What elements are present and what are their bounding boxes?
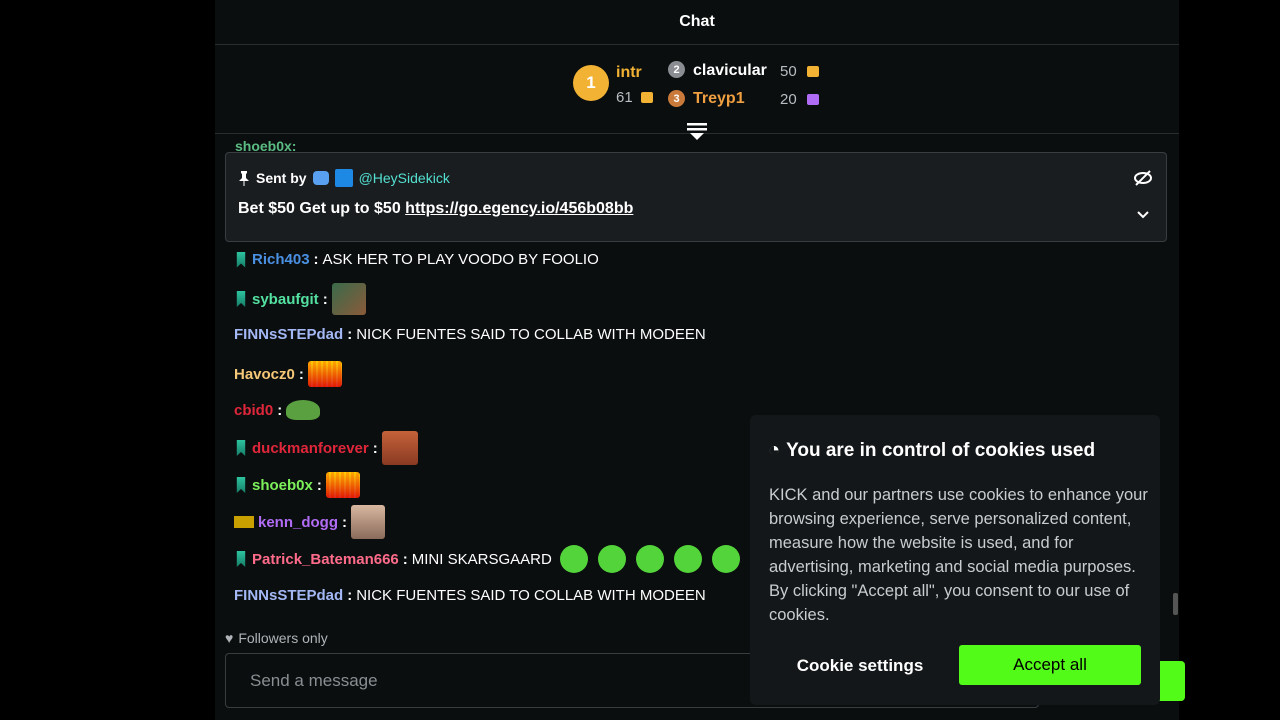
eye-off-icon[interactable] xyxy=(1134,170,1152,186)
chat-title: Chat xyxy=(215,0,1179,45)
subscriber-badge-icon xyxy=(236,551,246,567)
rank-3-medal: 3 xyxy=(668,90,685,107)
cookie-title: ◔ You are in control of cookies used xyxy=(768,439,1095,462)
cookie-dialog: ◔ You are in control of cookies used KIC… xyxy=(750,415,1160,705)
sent-by-label: Sent by xyxy=(256,170,307,186)
colon: : xyxy=(402,550,408,568)
chat-text: NICK FUENTES SAID TO COLLAB WITH MODEEN xyxy=(356,587,706,604)
chat-message: Havocz0: xyxy=(234,361,342,387)
pin-icon xyxy=(239,171,249,186)
chat-username[interactable]: FINNsSTEPdad xyxy=(234,326,343,343)
colon: : xyxy=(316,476,322,494)
chat-text: NICK FUENTES SAID TO COLLAB WITH MODEEN xyxy=(356,326,706,343)
face-emote-icon xyxy=(351,505,386,539)
chat-message: FINNsSTEPdad: NICK FUENTES SAID TO COLLA… xyxy=(234,587,706,604)
gift-icon xyxy=(807,94,819,105)
chat-message: shoeb0x: xyxy=(234,472,360,498)
chat-username[interactable]: sybaufgit xyxy=(252,291,319,308)
leaderboard-count: 20 xyxy=(780,91,797,108)
photo-emote-icon xyxy=(331,283,366,315)
cookie-body: KICK and our partners use cookies to enh… xyxy=(769,486,1148,624)
leaderboard-count: 61 xyxy=(616,89,633,106)
leaderboard-user[interactable]: Treyp1 xyxy=(693,90,745,108)
colon: : xyxy=(372,439,378,457)
green-emote-icon xyxy=(635,545,664,573)
chat-username[interactable]: Patrick_Bateman666 xyxy=(252,551,399,568)
colon: : xyxy=(313,251,319,268)
gift-icon xyxy=(641,92,653,103)
chat-message: cbid0: xyxy=(234,400,321,420)
chat-message: FINNsSTEPdad: NICK FUENTES SAID TO COLLA… xyxy=(234,326,706,343)
collapse-leaderboard-icon[interactable] xyxy=(685,120,709,142)
subscriber-badge-icon xyxy=(236,251,246,268)
frog-emote-icon xyxy=(286,400,321,420)
chat-message: Rich403: ASK HER TO PLAY VOODO BY FOOLIO xyxy=(234,251,599,268)
cookie-settings-button[interactable]: Cookie settings xyxy=(770,647,950,685)
green-emote-icon xyxy=(711,545,740,573)
colon: : xyxy=(342,513,348,531)
chat-message: duckmanforever: xyxy=(234,431,418,465)
colon: : xyxy=(347,587,353,604)
colon: : xyxy=(322,290,328,308)
robot-icon xyxy=(312,171,329,185)
gift-icon xyxy=(807,66,819,77)
pinned-author[interactable]: @HeySidekick xyxy=(359,170,450,186)
chevron-down-icon[interactable] xyxy=(1136,210,1150,220)
hammer-icon xyxy=(334,169,353,187)
subscriber-badge-icon xyxy=(236,477,246,493)
colon: : xyxy=(277,401,283,419)
colon: : xyxy=(298,365,304,383)
chat-message: Patrick_Bateman666: MINI SKARSGAARD xyxy=(234,545,740,573)
rank-1-medal: 1 xyxy=(573,65,609,101)
accept-all-button[interactable]: Accept all xyxy=(959,645,1141,685)
rank-2-medal: 2 xyxy=(668,61,685,78)
cookie-title-text: You are in control of cookies used xyxy=(786,439,1096,461)
chat-username[interactable]: Rich403 xyxy=(252,251,310,268)
chat-username[interactable]: duckmanforever xyxy=(252,440,369,457)
green-emote-icon xyxy=(559,545,588,573)
og-badge-icon xyxy=(234,516,254,528)
green-emote-icon xyxy=(597,545,626,573)
chat-text: ASK HER TO PLAY VOODO BY FOOLIO xyxy=(322,251,599,268)
chat-username[interactable]: Havocz0 xyxy=(234,366,295,383)
chat-message: sybaufgit: xyxy=(234,283,366,315)
green-emote-icon xyxy=(673,545,702,573)
heart-icon: ♥ xyxy=(225,630,234,646)
cookie-icon: ◔ xyxy=(768,439,781,461)
subscriber-badge-icon xyxy=(236,440,246,456)
equalizer-emote-icon xyxy=(307,361,342,387)
chat-message: kenn_dogg: xyxy=(234,505,386,539)
pinned-link[interactable]: https://go.egency.io/456b08bb xyxy=(405,200,633,217)
equalizer-emote-icon xyxy=(325,472,360,498)
leaderboard-count: 50 xyxy=(780,63,797,80)
chat-username[interactable]: cbid0 xyxy=(234,402,273,419)
followers-only-text: Followers only xyxy=(238,630,328,646)
chat-username[interactable]: shoeb0x xyxy=(252,477,313,494)
chat-scrollbar[interactable] xyxy=(1173,593,1178,615)
face-emote-icon xyxy=(381,431,418,465)
subscriber-badge-icon xyxy=(236,291,246,307)
leaderboard-user[interactable]: clavicular xyxy=(693,62,767,80)
chat-username[interactable]: kenn_dogg xyxy=(258,514,338,531)
pinned-message[interactable]: Sent by @HeySidekick Bet $50 Get up to $… xyxy=(225,152,1167,242)
pinned-body: Bet $50 Get up to $50 xyxy=(238,200,401,217)
colon: : xyxy=(347,326,353,343)
leaderboard-user[interactable]: intr xyxy=(616,64,642,82)
chat-username[interactable]: FINNsSTEPdad xyxy=(234,587,343,604)
followers-only-label: ♥ Followers only xyxy=(225,630,328,646)
chat-text: MINI SKARSGAARD xyxy=(411,550,552,568)
pinned-text: Bet $50 Get up to $50 https://go.egency.… xyxy=(238,200,633,218)
